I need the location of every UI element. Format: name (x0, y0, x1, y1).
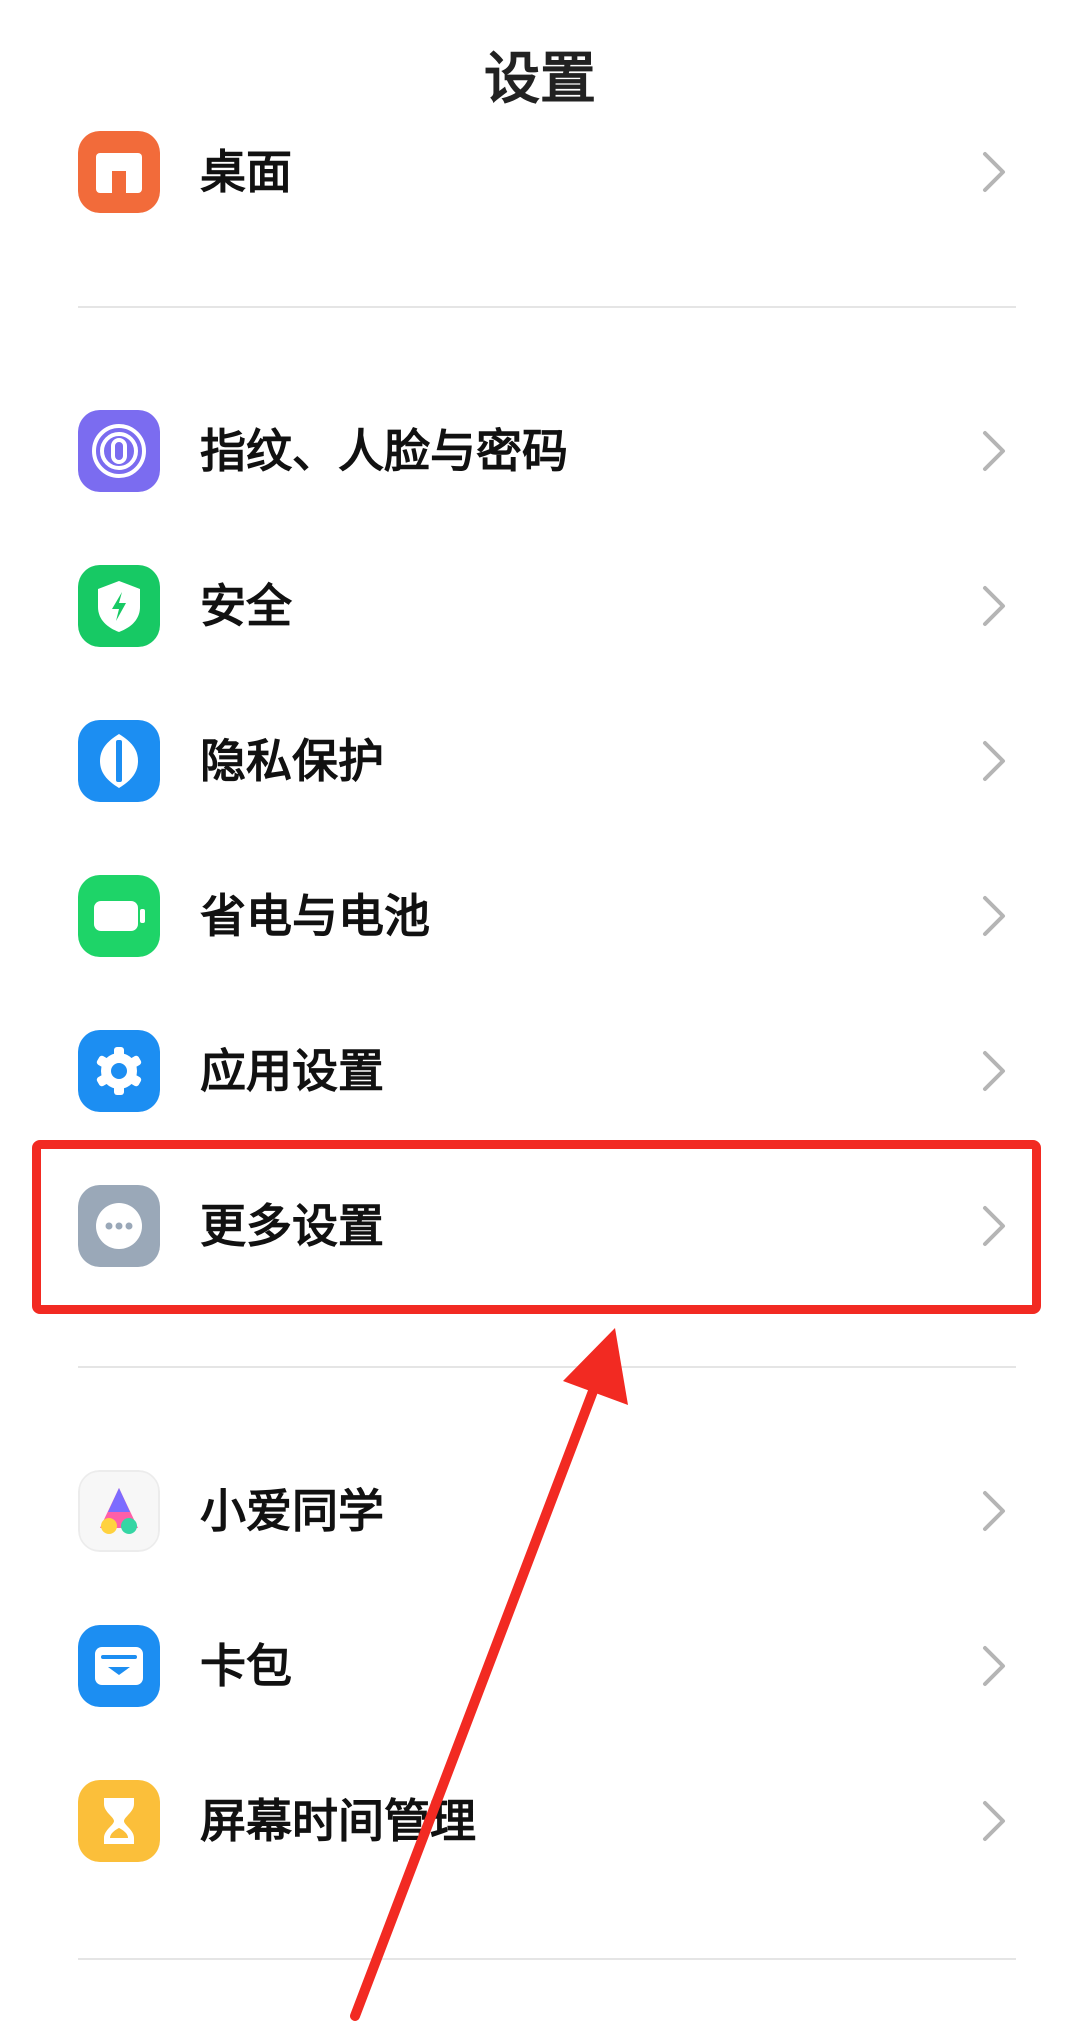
annotation-arrow (350, 1328, 628, 2021)
